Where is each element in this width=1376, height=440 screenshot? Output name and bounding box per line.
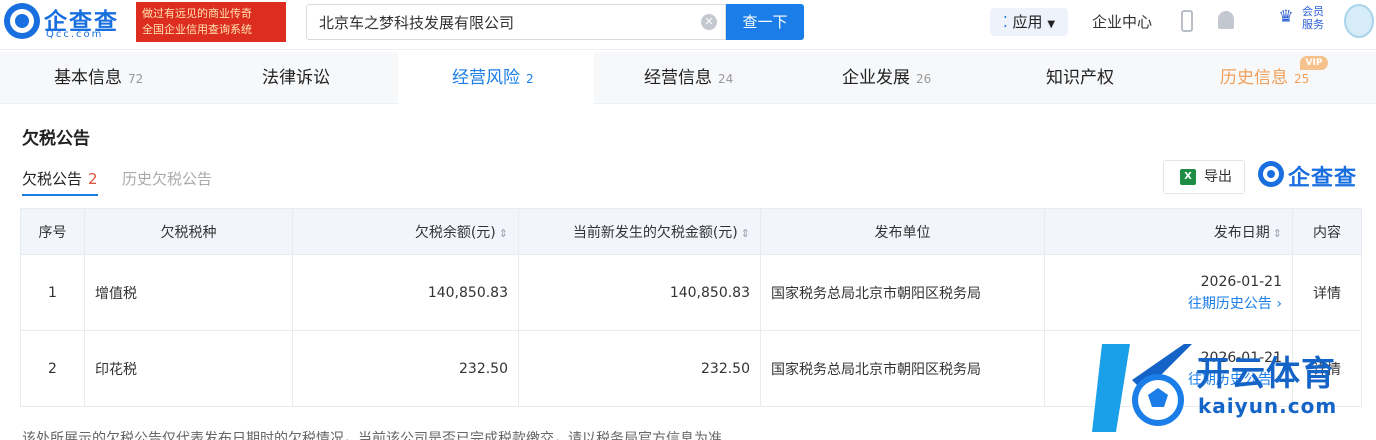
- history-notice-link[interactable]: 往期历史公告 ›: [1055, 293, 1282, 315]
- tab-history[interactable]: 历史信息 25: [1220, 52, 1309, 104]
- chevron-right-icon: ›: [1271, 295, 1282, 312]
- col-header-label: 当前新发生的欠税金额(元): [572, 224, 738, 241]
- search-button[interactable]: 查一下: [726, 4, 804, 40]
- tab-label: 法律诉讼: [262, 68, 330, 88]
- table-header-row: 序号 欠税税种 欠税余额(元) ⇕ 当前新发生的欠税金额(元) ⇕ 发布单位 发布日…: [20, 208, 1362, 255]
- excel-icon: X: [1180, 169, 1196, 185]
- sort-icon[interactable]: ⇕: [741, 227, 750, 240]
- subtab-count: 2: [88, 170, 98, 188]
- col-header-label: 序号: [38, 224, 67, 241]
- slogan-line-2: 全国企业信用查询系统: [142, 23, 252, 36]
- watermark-en-text: kaiyun.com: [1198, 394, 1338, 418]
- disclaimer-note: 该处所展示的欠税公告仅代表发布日期时的欠税情况，当前该公司是否已完成税款缴交，请…: [22, 431, 722, 440]
- slogan-line-1: 做过有远见的商业传奇: [142, 7, 252, 20]
- detail-link[interactable]: 详情: [1292, 254, 1362, 331]
- cell-new-amount: 232.50: [518, 330, 761, 407]
- col-header-label: 发布单位: [874, 224, 931, 241]
- logo-subtext: Qcc.com: [46, 29, 104, 40]
- bell-icon[interactable]: [1218, 11, 1234, 29]
- mobile-phone-icon[interactable]: [1181, 10, 1193, 32]
- cell-balance: 140,850.83: [292, 254, 519, 331]
- tab-label: 历史信息: [1220, 68, 1288, 88]
- table-row: 1 增值税 140,850.83 140,850.83 国家税务总局北京市朝阳区…: [20, 254, 1362, 331]
- col-header-index: 序号: [20, 208, 85, 255]
- tab-business-info[interactable]: 经营信息 24: [644, 52, 733, 104]
- col-header-tax-type: 欠税税种: [84, 208, 293, 255]
- grid-icon: ⁚: [1002, 13, 1008, 31]
- app-menu-label: 应用: [1012, 13, 1043, 31]
- caret-down-icon: ▼: [1047, 19, 1056, 30]
- history-link-label: 往期历史公告: [1187, 295, 1272, 312]
- tab-label: 经营信息: [644, 68, 712, 88]
- tab-development[interactable]: 企业发展 26: [842, 52, 931, 104]
- member-service-link[interactable]: 会员 服务: [1298, 5, 1328, 31]
- logo-ring-icon: [4, 3, 40, 39]
- cell-balance: 232.50: [292, 330, 519, 407]
- tab-count: 2: [526, 72, 534, 86]
- col-header-publisher: 发布单位: [760, 208, 1045, 255]
- cell-index: 2: [20, 330, 85, 407]
- export-label: 导出: [1204, 169, 1232, 185]
- cell-tax-type: 增值税: [84, 254, 293, 331]
- cell-new-amount: 140,850.83: [518, 254, 761, 331]
- company-tabs: 基本信息 72 法律诉讼 经营风险 2 经营信息 24 企业发展 26 知识产权 历史信…: [0, 52, 1376, 104]
- subtab-history-tax-notice[interactable]: 历史欠税公告: [122, 168, 212, 196]
- publish-date: 2026-01-21: [1200, 273, 1282, 290]
- tab-basic-info[interactable]: 基本信息 72: [54, 52, 143, 104]
- tab-count: 72: [128, 72, 144, 86]
- search-box: ✕: [306, 4, 726, 40]
- qcc-brand-mark: 企查查: [1258, 160, 1364, 192]
- crown-icon[interactable]: ♛: [1277, 8, 1295, 26]
- search-input[interactable]: [307, 5, 697, 39]
- slogan-banner: 做过有远见的商业传奇 全国企业信用查询系统: [136, 2, 286, 42]
- watermark-k-ball-icon: [1092, 344, 1192, 432]
- export-button[interactable]: X 导出: [1163, 160, 1245, 194]
- sort-icon[interactable]: ⇕: [499, 227, 508, 240]
- subtab-tax-notice[interactable]: 欠税公告 2: [22, 168, 98, 196]
- col-header-new-amount[interactable]: 当前新发生的欠税金额(元) ⇕: [518, 208, 761, 255]
- tab-legal[interactable]: 法律诉讼: [262, 52, 336, 104]
- tab-label: 基本信息: [54, 68, 122, 88]
- cell-date: 2026-01-21 往期历史公告 ›: [1044, 254, 1293, 331]
- avatar[interactable]: [1344, 4, 1374, 38]
- col-header-content: 内容: [1292, 208, 1362, 255]
- subtab-label: 欠税公告: [22, 170, 83, 188]
- col-header-label: 欠税余额(元): [414, 224, 496, 241]
- cell-publisher: 国家税务总局北京市朝阳区税务局: [760, 254, 1045, 331]
- tab-business-risk[interactable]: 经营风险 2: [452, 52, 534, 104]
- col-header-label: 内容: [1313, 224, 1341, 241]
- enterprise-center-link[interactable]: 企业中心: [1092, 11, 1152, 32]
- tab-count: 26: [916, 72, 932, 86]
- tab-count: 24: [718, 72, 734, 86]
- top-bar: 企查查 Qcc.com 做过有远见的商业传奇 全国企业信用查询系统 ✕ 查一下 …: [0, 0, 1376, 50]
- brand-text: 企查查: [1288, 166, 1358, 191]
- clear-icon[interactable]: ✕: [701, 14, 717, 30]
- tab-label: 经营风险: [452, 68, 520, 88]
- section-title: 欠税公告: [22, 129, 90, 149]
- col-header-date[interactable]: 发布日期 ⇕: [1044, 208, 1293, 255]
- col-header-label: 欠税税种: [160, 224, 217, 241]
- cell-tax-type: 印花税: [84, 330, 293, 407]
- tab-count: 25: [1294, 72, 1310, 86]
- cell-index: 1: [20, 254, 85, 331]
- brand-ring-icon: [1258, 161, 1284, 187]
- tab-label: 企业发展: [842, 68, 910, 88]
- col-header-label: 发布日期: [1213, 224, 1270, 241]
- col-header-balance[interactable]: 欠税余额(元) ⇕: [292, 208, 519, 255]
- watermark-logo: 开云体育 kaiyun.com: [1092, 340, 1372, 438]
- vip-badge: VIP: [1300, 56, 1328, 70]
- sort-icon[interactable]: ⇕: [1273, 227, 1282, 240]
- app-menu-button[interactable]: ⁚ 应用 ▼: [990, 8, 1068, 36]
- tab-ip[interactable]: 知识产权: [1046, 52, 1120, 104]
- watermark-cn-text: 开云体育: [1196, 354, 1336, 394]
- tab-label: 知识产权: [1046, 68, 1114, 88]
- cell-publisher: 国家税务总局北京市朝阳区税务局: [760, 330, 1045, 407]
- qcc-logo[interactable]: 企查查 Qcc.com: [4, 2, 130, 42]
